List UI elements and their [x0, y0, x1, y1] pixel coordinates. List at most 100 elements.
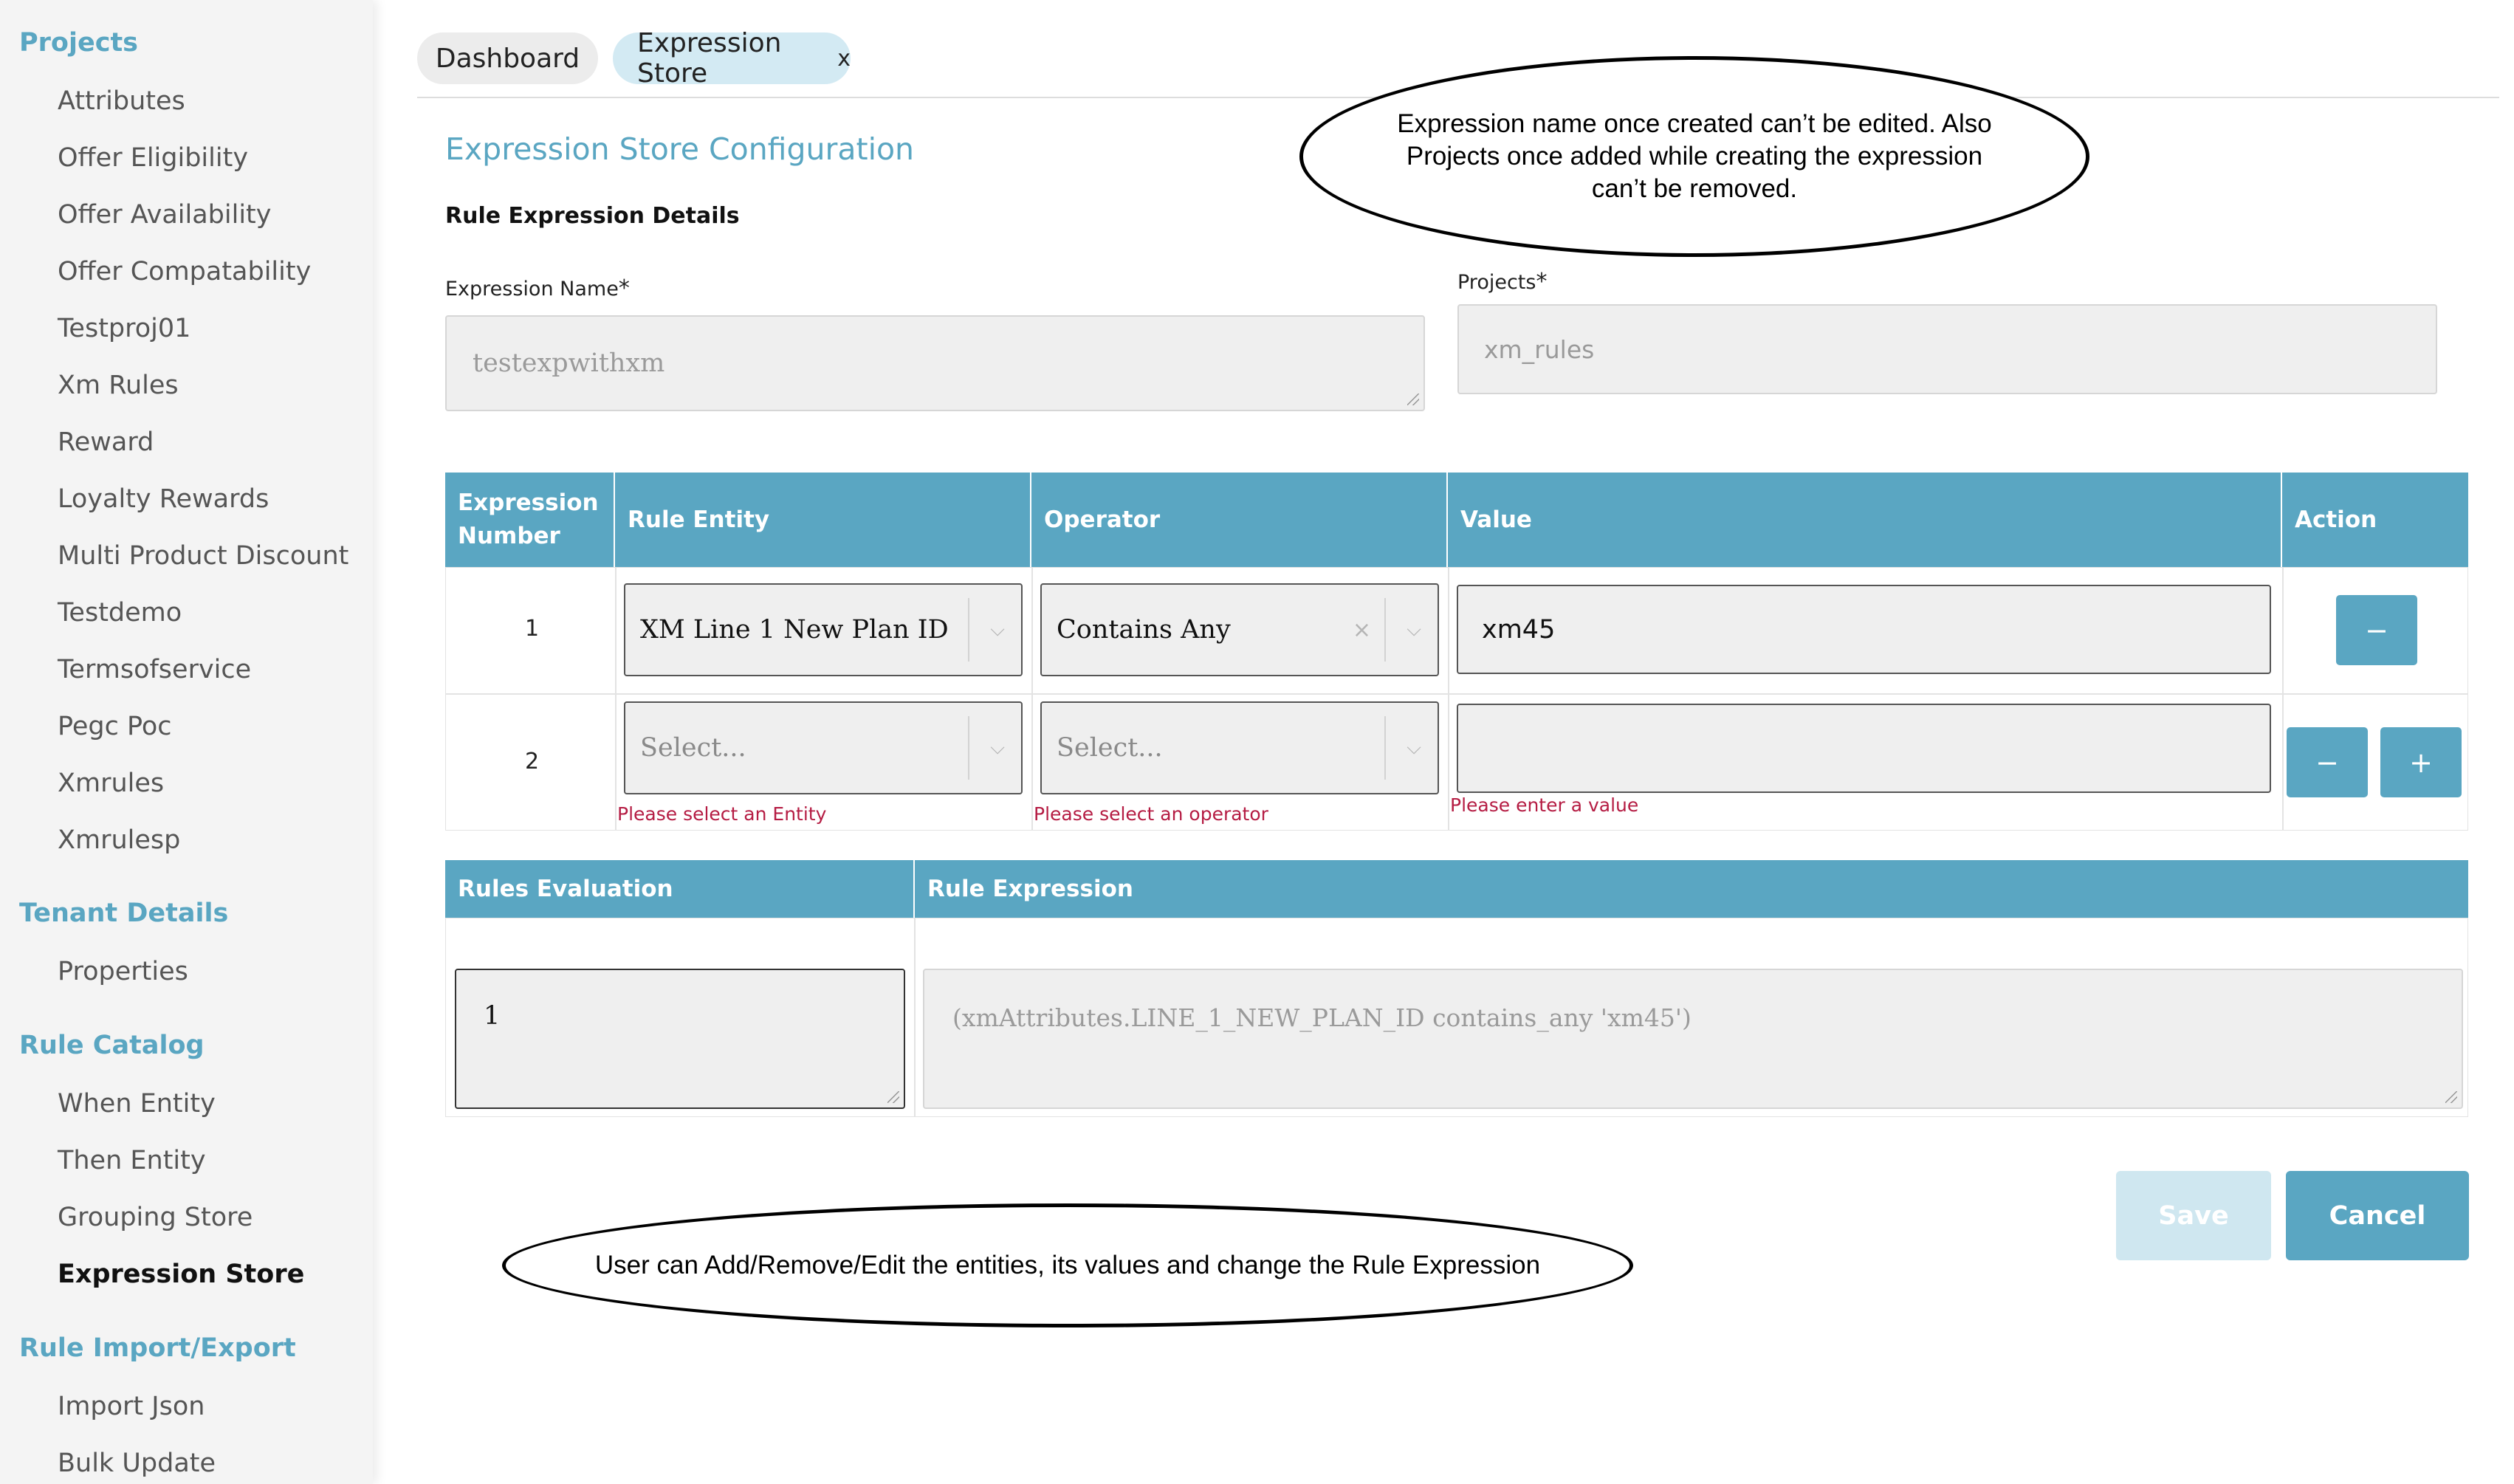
column-divider: [1448, 567, 1449, 831]
header-expression-number: Expression Number: [445, 473, 615, 567]
tab-expression-store[interactable]: Expression Store x: [613, 28, 851, 89]
chevron-down-icon[interactable]: ⌵: [1407, 619, 1421, 642]
rule-entity-select[interactable]: Select... ⌵: [624, 701, 1023, 794]
projects-label-text: Projects: [1457, 271, 1536, 294]
sidebar-item-when-entity[interactable]: When Entity: [58, 1089, 216, 1119]
value-input[interactable]: xm45: [1457, 585, 2271, 674]
sidebar-section-tenant-details[interactable]: Tenant Details: [19, 899, 228, 928]
sidebar-item-attributes[interactable]: Attributes: [58, 86, 185, 116]
operator-select[interactable]: Select... ⌵: [1040, 701, 1439, 794]
projects-value: xm_rules: [1484, 334, 1595, 364]
chevron-down-icon[interactable]: ⌵: [990, 619, 1005, 642]
projects-field[interactable]: xm_rules: [1457, 304, 2437, 394]
row-number: 1: [525, 616, 540, 642]
add-row-button[interactable]: +: [2380, 727, 2462, 797]
sidebar-item-offer-compatability[interactable]: Offer Compatability: [58, 257, 311, 286]
evaluation-table-header: Rules Evaluation Rule Expression: [445, 860, 2468, 918]
sidebar-item-pegc-poc[interactable]: Pegc Poc: [58, 712, 172, 741]
sidebar-item-offer-eligibility[interactable]: Offer Eligibility: [58, 143, 248, 173]
rules-evaluation-textarea[interactable]: 1: [455, 969, 905, 1109]
save-button[interactable]: Save: [2116, 1171, 2271, 1260]
tab-dashboard[interactable]: Dashboard: [417, 32, 598, 84]
header-rule-expression: Rule Expression: [927, 876, 1133, 902]
value-input[interactable]: [1457, 704, 2271, 793]
expression-table-header: Expression Number Rule Entity Operator V…: [445, 473, 2468, 567]
header-rule-entity: Rule Entity: [615, 473, 1031, 567]
sidebar-item-testproj01[interactable]: Testproj01: [58, 314, 190, 343]
resize-handle-icon[interactable]: [887, 1091, 899, 1103]
select-separator: [1384, 716, 1386, 780]
sidebar-item-grouping-store[interactable]: Grouping Store: [58, 1203, 253, 1232]
header-rules-evaluation: Rules Evaluation: [445, 860, 915, 918]
minus-icon: −: [2315, 746, 2339, 779]
cancel-button-label: Cancel: [2329, 1200, 2426, 1231]
sidebar-item-reward[interactable]: Reward: [58, 427, 154, 457]
resize-handle-icon[interactable]: [2445, 1091, 2457, 1103]
annotation-callout-top: Expression name once created can’t be ed…: [1299, 56, 2089, 257]
select-separator: [968, 716, 969, 780]
sidebar-section-rule-import-export[interactable]: Rule Import/Export: [19, 1333, 296, 1363]
expression-name-field[interactable]: testexpwithxm: [445, 315, 1425, 411]
select-separator: [1384, 598, 1386, 662]
sidebar-item-properties[interactable]: Properties: [58, 957, 188, 986]
sidebar-item-termsofservice[interactable]: Termsofservice: [58, 655, 251, 684]
operator-placeholder: Select...: [1057, 733, 1163, 763]
resize-handle-icon[interactable]: [1407, 394, 1419, 405]
sidebar-item-xm-rules[interactable]: Xm Rules: [58, 371, 179, 400]
annotation-bottom-text: User can Add/Remove/Edit the entities, i…: [594, 1251, 1541, 1280]
rule-expression-value: (xmAttributes.LINE_1_NEW_PLAN_ID contain…: [952, 1003, 1692, 1032]
operator-select[interactable]: Contains Any × ⌵: [1040, 583, 1439, 676]
sidebar-item-xmrulesp[interactable]: Xmrulesp: [58, 825, 180, 855]
required-mark: *: [618, 275, 630, 301]
rule-entity-value: XM Line 1 New Plan ID: [640, 615, 949, 645]
tab-expression-store-label: Expression Store: [637, 28, 782, 89]
tab-close-icon[interactable]: x: [837, 46, 851, 72]
rule-entity-select[interactable]: XM Line 1 New Plan ID ⌵: [624, 583, 1023, 676]
value-error-message: Please enter a value: [1450, 794, 1639, 816]
sidebar-item-expression-store[interactable]: Expression Store: [58, 1260, 304, 1289]
sidebar-section-projects[interactable]: Projects: [19, 28, 138, 58]
operator-error-message: Please select an operator: [1034, 803, 1268, 825]
column-divider: [615, 567, 617, 831]
rule-expression-textarea[interactable]: (xmAttributes.LINE_1_NEW_PLAN_ID contain…: [923, 969, 2463, 1109]
row-number: 2: [525, 749, 540, 774]
remove-row-button[interactable]: −: [2336, 595, 2417, 665]
sidebar-section-rule-catalog[interactable]: Rule Catalog: [19, 1031, 205, 1060]
header-action: Action: [2295, 506, 2377, 533]
projects-label: Projects*: [1457, 269, 1547, 295]
plus-icon: +: [2409, 746, 2433, 779]
sidebar: Projects Attributes Offer Eligibility Of…: [0, 0, 373, 1484]
chevron-down-icon[interactable]: ⌵: [1407, 737, 1421, 760]
column-divider: [914, 918, 916, 1117]
expression-name-value: testexpwithxm: [473, 348, 665, 378]
rule-entity-placeholder: Select...: [640, 733, 746, 763]
minus-icon: −: [2365, 614, 2388, 647]
required-mark: *: [1536, 269, 1548, 295]
cancel-button[interactable]: Cancel: [2286, 1171, 2469, 1260]
clear-icon[interactable]: ×: [1353, 617, 1371, 643]
tab-dashboard-label: Dashboard: [435, 43, 580, 74]
sidebar-item-bulk-update[interactable]: Bulk Update: [58, 1449, 216, 1478]
annotation-callout-bottom: User can Add/Remove/Edit the entities, i…: [502, 1203, 1633, 1327]
save-button-label: Save: [2158, 1200, 2229, 1231]
page-title: Expression Store Configuration: [445, 131, 915, 167]
section-subtitle: Rule Expression Details: [445, 203, 740, 229]
entity-error-message: Please select an Entity: [617, 803, 827, 825]
sidebar-item-offer-availability[interactable]: Offer Availability: [58, 200, 272, 230]
sidebar-item-testdemo[interactable]: Testdemo: [58, 598, 182, 628]
chevron-down-icon[interactable]: ⌵: [990, 737, 1005, 760]
sidebar-item-then-entity[interactable]: Then Entity: [58, 1146, 206, 1175]
sidebar-item-loyalty-rewards[interactable]: Loyalty Rewards: [58, 484, 269, 514]
value-input-text: xm45: [1482, 614, 1556, 645]
sidebar-item-import-json[interactable]: Import Json: [58, 1392, 205, 1421]
expression-name-label: Expression Name*: [445, 275, 630, 301]
rules-evaluation-value: 1: [484, 1001, 501, 1031]
sidebar-item-xmrules[interactable]: Xmrules: [58, 769, 164, 798]
header-operator: Operator: [1031, 473, 1448, 567]
select-separator: [968, 598, 969, 662]
header-value: Value: [1448, 473, 2282, 567]
annotation-top-text: Expression name once created can’t be ed…: [1397, 109, 1992, 203]
column-divider: [1031, 567, 1033, 831]
remove-row-button[interactable]: −: [2287, 727, 2368, 797]
sidebar-item-multi-product-discount[interactable]: Multi Product Discount: [58, 541, 348, 571]
